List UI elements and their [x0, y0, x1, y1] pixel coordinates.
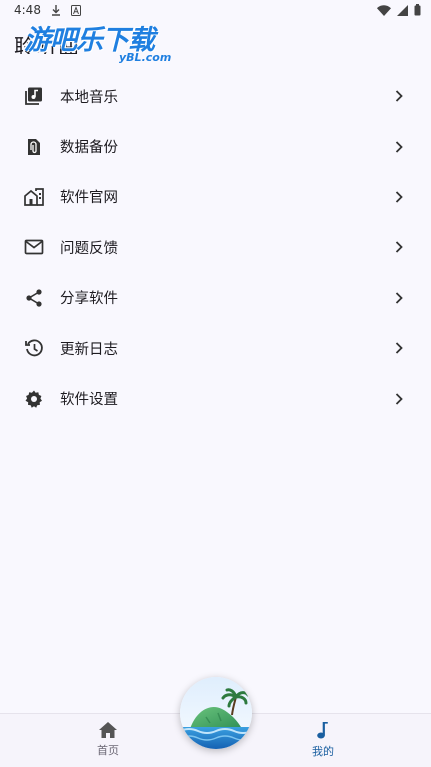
download-icon	[51, 4, 61, 16]
nav-tab-mine-label: 我的	[312, 745, 334, 758]
chevron-right-icon	[395, 292, 403, 304]
gear-icon	[24, 389, 44, 409]
share-icon	[24, 288, 44, 308]
menu-item-label: 本地音乐	[60, 89, 118, 106]
settings-menu: 本地音乐 数据备份 软件官网 问题反馈 分享软件 更新日志 软件设置	[0, 71, 431, 424]
menu-item-label: 问题反馈	[60, 240, 118, 257]
menu-item-official-website[interactable]: 软件官网	[0, 172, 431, 222]
watermark-logo: 游吧乐下载 yBL.com	[24, 18, 184, 68]
watermark-subtext: yBL.com	[119, 51, 172, 64]
chevron-right-icon	[395, 90, 403, 102]
menu-item-label: 软件官网	[60, 190, 118, 207]
mail-icon	[24, 237, 44, 257]
chevron-right-icon	[395, 342, 403, 354]
history-icon	[24, 338, 44, 358]
menu-item-feedback[interactable]: 问题反馈	[0, 222, 431, 272]
nav-tab-home[interactable]: 首页	[68, 722, 148, 758]
chevron-right-icon	[395, 392, 403, 405]
menu-item-local-music[interactable]: 本地音乐	[0, 71, 431, 121]
home-icon	[99, 722, 117, 738]
menu-item-changelog[interactable]: 更新日志	[0, 323, 431, 373]
nav-tab-home-label: 首页	[97, 744, 119, 757]
menu-item-data-backup[interactable]: 数据备份	[0, 121, 431, 171]
now-playing-disc[interactable]	[180, 677, 252, 749]
menu-item-label: 软件设置	[60, 392, 118, 409]
menu-item-label: 更新日志	[60, 341, 118, 358]
chevron-right-icon	[395, 191, 403, 203]
status-time: 4:48	[14, 3, 41, 17]
backup-file-icon	[24, 137, 44, 157]
menu-item-share-app[interactable]: 分享软件	[0, 273, 431, 323]
local-music-icon	[24, 86, 44, 106]
menu-item-settings[interactable]: 软件设置	[0, 373, 431, 423]
music-note-icon	[317, 722, 328, 739]
wifi-icon	[377, 4, 391, 16]
menu-item-label: 数据备份	[60, 140, 118, 157]
chevron-right-icon	[395, 140, 403, 153]
album-cover-island	[180, 677, 252, 749]
signal-icon	[397, 4, 408, 16]
status-bar: 4:48	[0, 0, 431, 20]
battery-icon	[414, 4, 421, 16]
nav-tab-mine[interactable]: 我的	[283, 722, 363, 759]
website-building-icon	[24, 187, 44, 207]
menu-item-label: 分享软件	[60, 291, 118, 308]
a-badge-icon	[70, 4, 81, 16]
chevron-right-icon	[395, 241, 403, 253]
